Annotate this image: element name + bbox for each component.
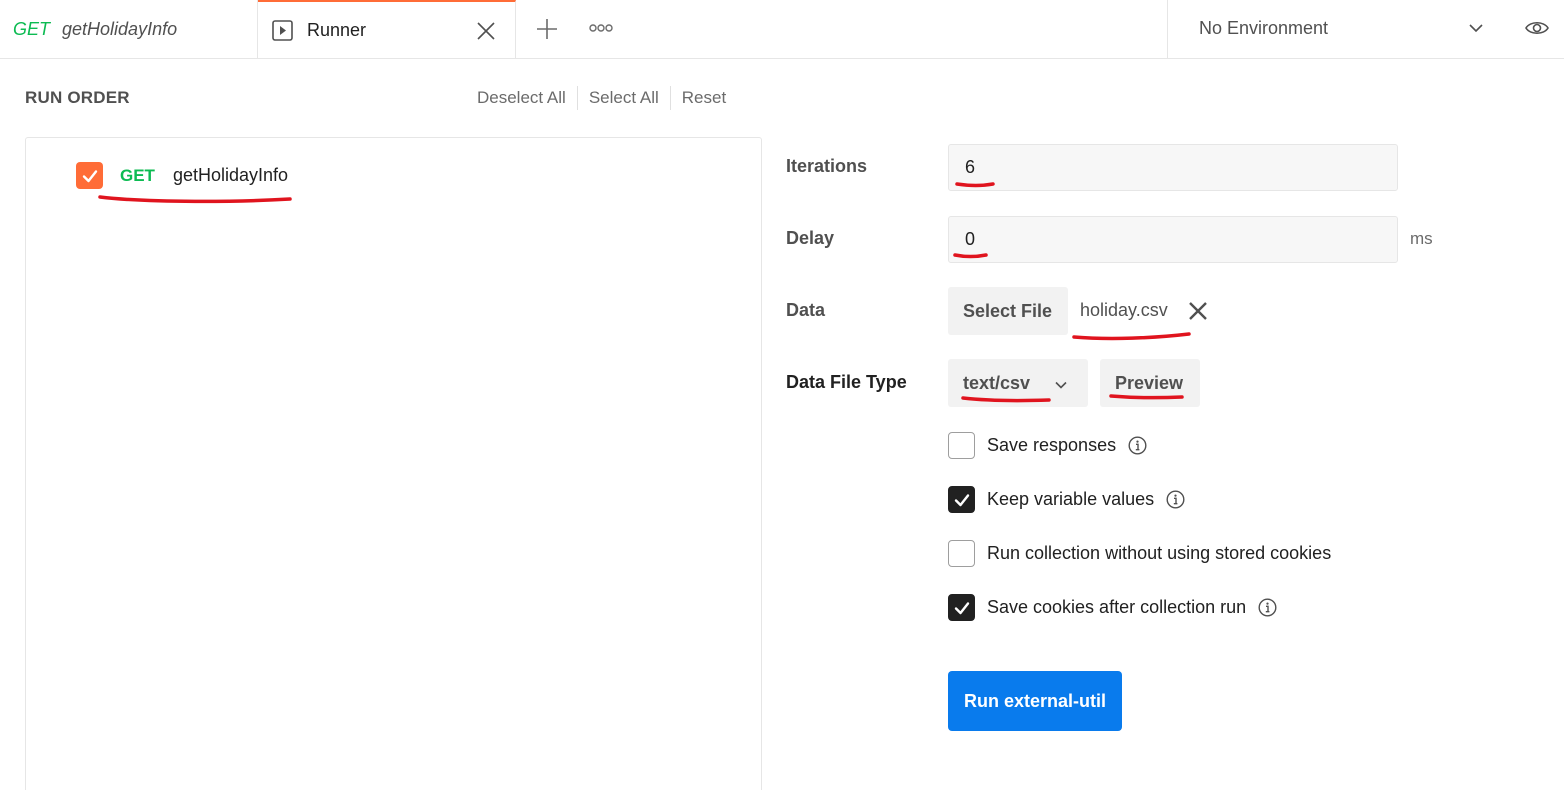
chevron-down-icon (1054, 376, 1068, 390)
checkbox[interactable] (948, 432, 975, 459)
reset-button[interactable]: Reset (671, 88, 737, 108)
run-order-actions: Deselect All Select All Reset (466, 86, 737, 110)
option-label: Save cookies after collection run (987, 597, 1247, 617)
file-name: holiday.csv (1080, 300, 1168, 320)
checkbox[interactable] (948, 594, 975, 621)
option-run-without-cookies[interactable]: Run collection without using stored cook… (948, 540, 1331, 567)
more-icon[interactable] (588, 20, 614, 36)
select-all-button[interactable]: Select All (578, 88, 670, 108)
data-file-type-value: text/csv (963, 372, 1031, 393)
data-label: Data (786, 300, 826, 320)
plus-icon[interactable] (536, 18, 558, 40)
environment-selector[interactable]: No Environment (1167, 0, 1564, 59)
remove-file-icon[interactable] (1187, 300, 1209, 322)
list-item[interactable]: GET getHolidayInfo (76, 162, 288, 189)
run-order-title: RUN ORDER (25, 88, 130, 107)
deselect-all-button[interactable]: Deselect All (466, 88, 577, 108)
option-keep-variable-values[interactable]: Keep variable values (948, 486, 1185, 513)
tab-label: getHolidayInfo (62, 19, 178, 39)
option-save-responses[interactable]: Save responses (948, 432, 1147, 459)
iterations-input[interactable]: 6 (948, 144, 1398, 191)
close-icon[interactable] (476, 21, 496, 41)
delay-label: Delay (786, 228, 835, 248)
info-icon[interactable] (1166, 490, 1185, 509)
option-save-cookies[interactable]: Save cookies after collection run (948, 594, 1277, 621)
info-icon[interactable] (1128, 436, 1147, 455)
eye-icon[interactable] (1524, 16, 1550, 40)
delay-input[interactable]: 0 (948, 216, 1398, 263)
request-checkbox[interactable] (76, 162, 103, 189)
request-name: getHolidayInfo (172, 165, 289, 185)
iterations-label: Iterations (786, 156, 868, 176)
tab-bar: GET getHolidayInfo Runner No Environment (0, 0, 1564, 59)
option-label: Save responses (987, 435, 1117, 455)
option-label: Keep variable values (987, 489, 1155, 509)
run-collection-button[interactable]: Run external-util (948, 671, 1122, 731)
chevron-down-icon[interactable] (1468, 20, 1484, 36)
tab-getholidayinfo[interactable]: GET getHolidayInfo (0, 0, 258, 59)
select-file-button[interactable]: Select File (948, 287, 1068, 335)
checkbox[interactable] (948, 540, 975, 567)
preview-button[interactable]: Preview (1100, 359, 1200, 407)
data-file-type-select[interactable]: text/csv (948, 359, 1088, 407)
delay-unit: ms (1410, 229, 1433, 248)
data-file-type-label: Data File Type (786, 372, 907, 392)
runner-icon (272, 20, 293, 41)
info-icon[interactable] (1258, 598, 1277, 617)
environment-label: No Environment (1199, 18, 1329, 38)
request-method: GET (120, 165, 155, 185)
tab-runner[interactable]: Runner (258, 0, 516, 59)
option-label: Run collection without using stored cook… (987, 543, 1332, 563)
tab-label: Runner (307, 20, 367, 40)
run-order-list: GET getHolidayInfo (25, 137, 762, 790)
tab-method: GET (13, 19, 51, 39)
checkbox[interactable] (948, 486, 975, 513)
